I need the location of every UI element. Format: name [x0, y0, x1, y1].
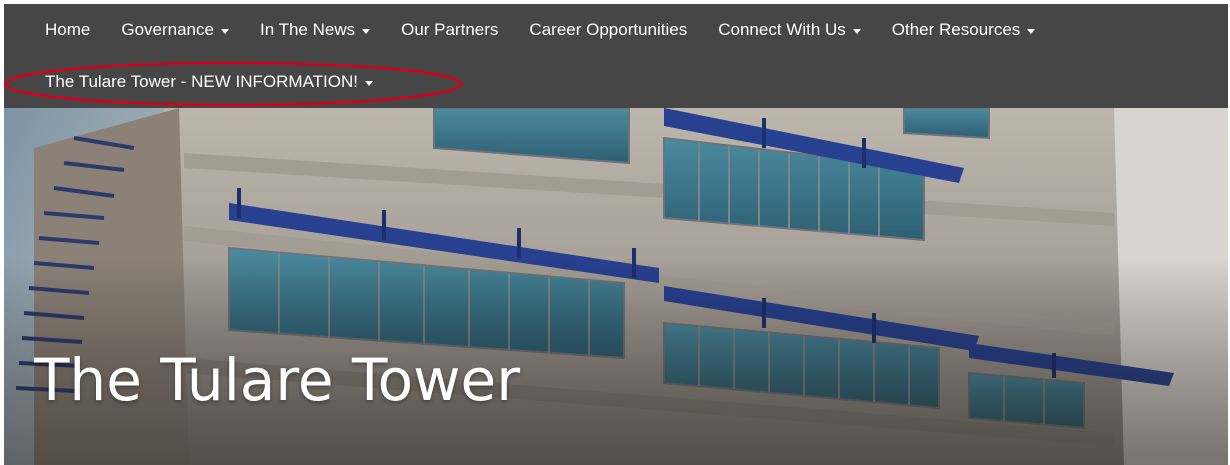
nav-item-label: Our Partners	[401, 20, 499, 39]
nav-row-primary: Home Governance In The News Our Partners…	[4, 4, 1050, 56]
nav-item-connect-with-us[interactable]: Connect With Us	[702, 20, 876, 40]
nav-item-label: Career Opportunities	[529, 20, 688, 39]
caret-down-icon	[220, 28, 229, 34]
caret-down-icon	[852, 28, 861, 34]
nav-item-our-partners[interactable]: Our Partners	[385, 20, 513, 40]
nav-item-governance[interactable]: Governance	[105, 20, 244, 40]
nav-item-in-the-news[interactable]: In The News	[244, 20, 385, 40]
caret-down-icon	[1027, 28, 1036, 34]
nav-item-home[interactable]: Home	[4, 20, 105, 40]
hero-banner: The Tulare Tower	[4, 108, 1228, 465]
caret-down-icon	[362, 28, 371, 34]
nav-item-label: In The News	[259, 20, 356, 39]
nav-item-label: Other Resources	[891, 20, 1021, 39]
nav-item-label: Home	[45, 20, 91, 39]
page-frame: Home Governance In The News Our Partners…	[4, 4, 1228, 465]
nav-item-career-opportunities[interactable]: Career Opportunities	[513, 20, 702, 40]
main-navigation: Home Governance In The News Our Partners…	[4, 4, 1228, 108]
nav-item-other-resources[interactable]: Other Resources	[876, 20, 1051, 40]
nav-item-label: Governance	[121, 20, 214, 39]
highlight-ellipse-annotation	[4, 61, 463, 107]
nav-item-label: Connect With Us	[718, 20, 846, 39]
hero-title: The Tulare Tower	[34, 346, 521, 414]
